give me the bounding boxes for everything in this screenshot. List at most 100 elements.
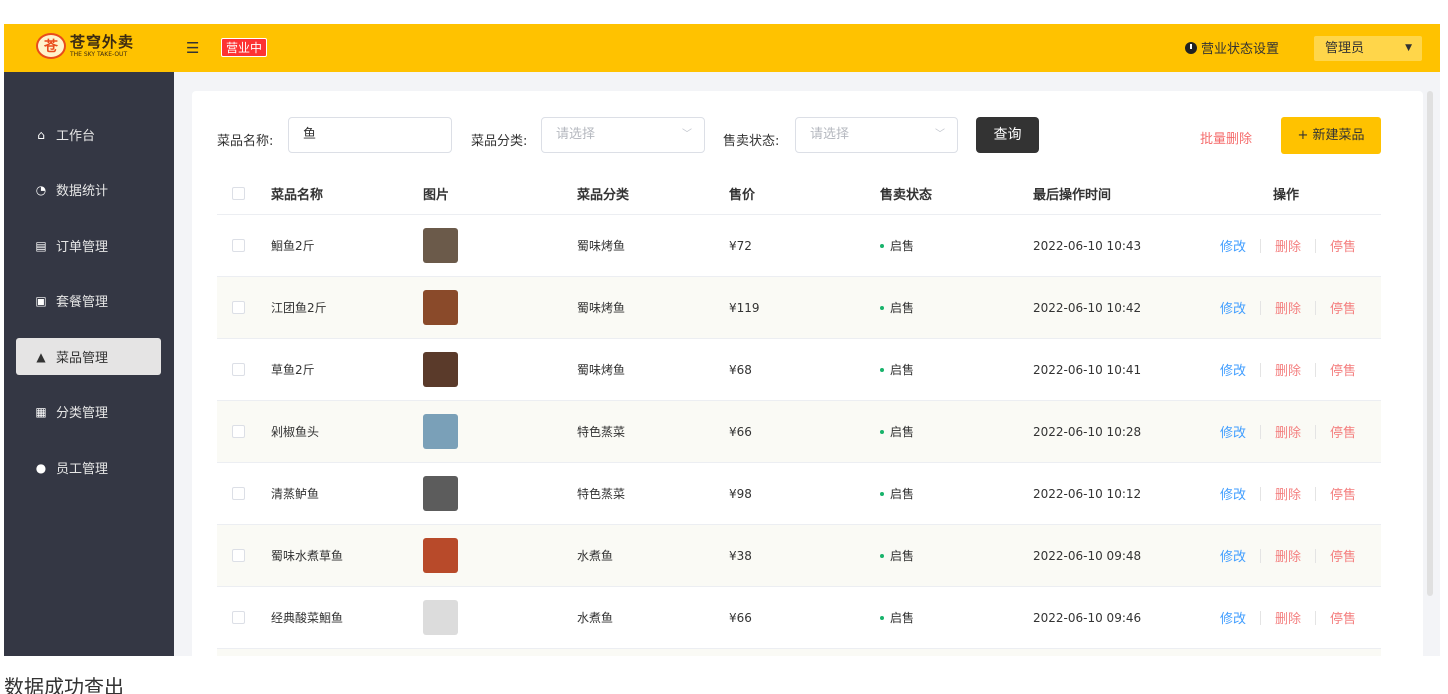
sidebar-item-dishes[interactable]: ▲ 菜品管理 [16,338,161,375]
stop-sale-button[interactable]: 停售 [1330,608,1356,627]
delete-button[interactable]: 删除 [1275,484,1301,503]
header-price: 售价 [729,187,756,203]
header-image: 图片 [423,187,450,203]
sale-status: 启售 [890,549,915,563]
sidebar-item-label: 套餐管理 [56,295,109,310]
select-all-checkbox[interactable] [232,186,245,200]
sidebar-item-orders[interactable]: ▤ 订单管理 [16,227,161,264]
stop-sale-button[interactable]: 停售 [1330,484,1356,503]
row-checkbox[interactable] [232,363,245,376]
stop-sale-button[interactable]: 停售 [1330,546,1356,565]
cloche-icon: ▲ [36,349,46,364]
row-checkbox[interactable] [232,301,245,314]
edit-button[interactable]: 修改 [1220,298,1246,317]
menu-toggle-icon[interactable]: ☰ [186,39,199,57]
sale-status: 启售 [890,239,915,253]
new-dish-button[interactable]: + 新建菜品 [1281,117,1381,154]
sidebar-item-statistics[interactable]: ◔ 数据统计 [16,171,161,208]
logo-icon: 苍 [36,33,66,59]
last-modified-time: 2022-06-10 09:46 [1033,610,1142,625]
dish-price: ¥38 [729,548,752,563]
dish-category: 水煮鱼 [577,549,614,563]
edit-button[interactable]: 修改 [1220,608,1246,627]
dish-category: 水煮鱼 [577,611,614,625]
app-window: 苍 苍穹外卖 THE SKY TAKE-OUT ☰ 营业中 营业状态设置 管理员… [4,24,1440,656]
delete-button[interactable]: 删除 [1275,360,1301,379]
dish-image [423,600,458,635]
vertical-scrollbar[interactable] [1427,91,1433,596]
clock-icon [1185,41,1197,54]
delete-button[interactable]: 删除 [1275,298,1301,317]
status-dot-icon [880,367,884,372]
row-checkbox[interactable] [232,549,245,562]
stop-sale-button[interactable]: 停售 [1330,236,1356,255]
dish-name: 鮰鱼2斤 [271,239,315,253]
dish-category: 特色蒸菜 [577,487,626,501]
dish-image [423,414,458,449]
delete-button[interactable]: 删除 [1275,608,1301,627]
category-label: 菜品分类: [471,134,528,149]
user-name: 管理员 [1325,41,1365,56]
dish-category: 蜀味烤鱼 [577,301,626,315]
edit-button[interactable]: 修改 [1220,236,1246,255]
edit-button[interactable]: 修改 [1220,546,1246,565]
logo: 苍 苍穹外卖 THE SKY TAKE-OUT [36,33,134,59]
sidebar-item-employees[interactable]: ● 员工管理 [16,449,161,486]
batch-delete-button[interactable]: 批量删除 [1200,128,1252,147]
logo-subtitle: THE SKY TAKE-OUT [70,50,128,58]
sidebar-item-label: 数据统计 [56,184,109,199]
sidebar-item-categories[interactable]: ▦ 分类管理 [16,393,161,430]
gift-icon: ▣ [35,293,47,308]
edit-button[interactable]: 修改 [1220,422,1246,441]
sidebar-item-combos[interactable]: ▣ 套餐管理 [16,282,161,319]
chevron-down-icon: ﹀ [682,129,692,140]
sidebar-item-label: 工作台 [56,129,96,144]
header-name: 菜品名称 [271,187,324,203]
dish-price: ¥119 [729,300,760,315]
status-dot-icon [880,491,884,496]
edit-button[interactable]: 修改 [1220,484,1246,503]
last-modified-time: 2022-06-10 10:41 [1033,362,1142,377]
table-row: 鮰鱼2斤 蜀味烤鱼 ¥72 启售 2022-06-10 10:43 修改 删除 停售 [217,215,1381,277]
stop-sale-button[interactable]: 停售 [1330,422,1356,441]
main-content: 菜品名称: 鱼 菜品分类: 请选择 ﹀ 售卖状态: 请选择 ﹀ 查询 批量删除 … [192,91,1423,656]
dish-category: 蜀味烤鱼 [577,363,626,377]
stop-sale-button[interactable]: 停售 [1330,360,1356,379]
last-modified-time: 2022-06-10 10:12 [1033,486,1142,501]
row-checkbox[interactable] [232,239,245,252]
delete-button[interactable]: 删除 [1275,236,1301,255]
chart-icon: ◔ [35,182,47,197]
status-dot-icon [880,305,884,310]
table-header: 菜品名称 图片 菜品分类 售价 售卖状态 最后操作时间 操作 [217,172,1381,215]
sale-status-select[interactable]: 请选择 ﹀ [795,117,958,153]
query-button[interactable]: 查询 [976,117,1039,153]
dish-image [423,538,458,573]
dish-name-input[interactable]: 鱼 [288,117,452,153]
table-row: 江团鱼2斤 蜀味烤鱼 ¥119 启售 2022-06-10 10:42 修改 删除 停售 [217,277,1381,339]
row-checkbox[interactable] [232,425,245,438]
shop-status-setting-button[interactable]: 营业状态设置 [1185,38,1279,57]
grid-icon: ▦ [35,404,47,419]
delete-button[interactable]: 删除 [1275,422,1301,441]
delete-button[interactable]: 删除 [1275,546,1301,565]
category-select[interactable]: 请选择 ﹀ [541,117,705,153]
row-checkbox[interactable] [232,487,245,500]
edit-button[interactable]: 修改 [1220,360,1246,379]
toast-message: 数据成功查出 [4,675,124,694]
dish-image [423,476,458,511]
dish-category: 特色蒸菜 [577,425,626,439]
sale-status: 启售 [890,425,915,439]
header-time: 最后操作时间 [1033,187,1112,203]
user-dropdown[interactable]: 管理员 ▼ [1314,36,1422,61]
sale-status: 启售 [890,301,915,315]
chevron-down-icon: ﹀ [935,129,945,140]
row-checkbox[interactable] [232,611,245,624]
business-status-badge: 营业中 [221,38,268,57]
status-dot-icon [880,243,884,248]
stop-sale-button[interactable]: 停售 [1330,298,1356,317]
dish-category: 蜀味烤鱼 [577,239,626,253]
home-icon: ⌂ [37,127,45,142]
sidebar-item-workbench[interactable]: ⌂ 工作台 [16,116,161,153]
status-dot-icon [880,615,884,620]
sidebar-item-label: 订单管理 [56,240,109,255]
